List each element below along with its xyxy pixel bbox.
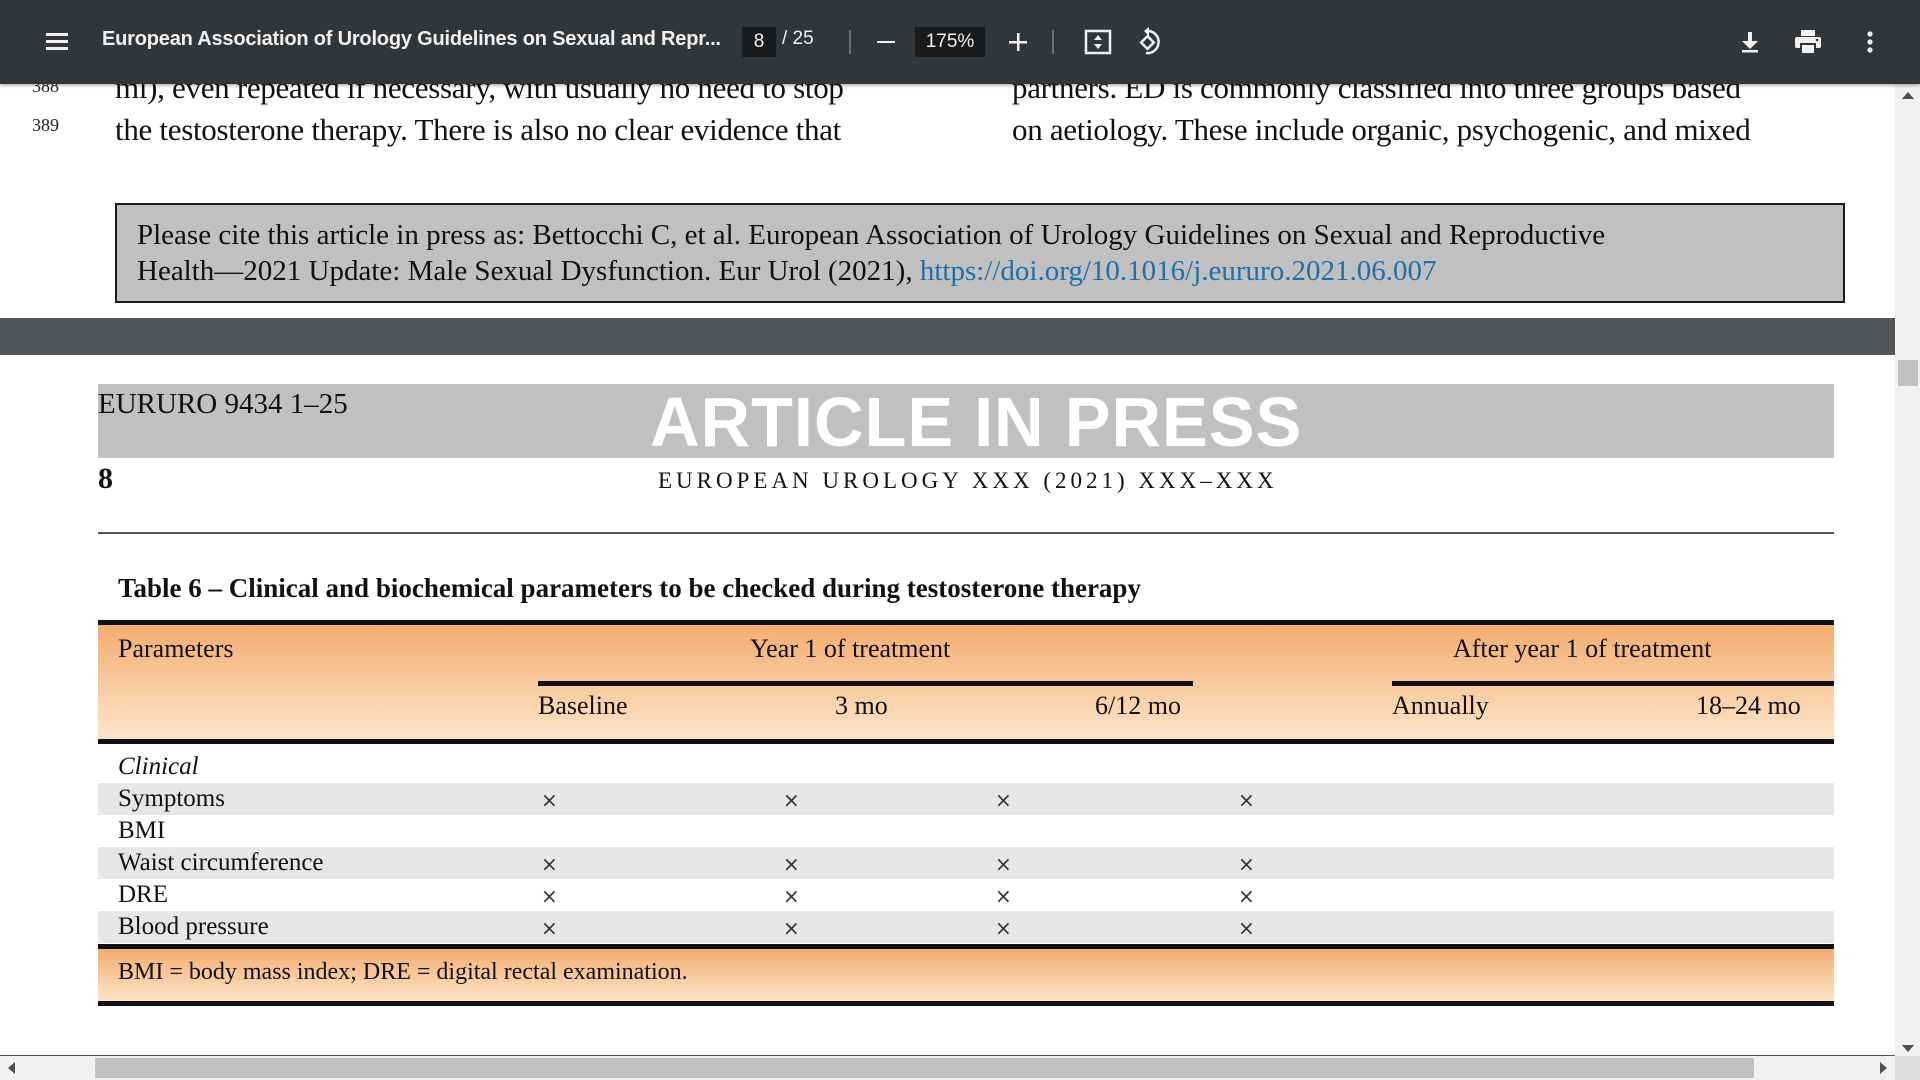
row-label: Blood pressure [118,913,269,940]
row-label: Waist circumference [118,849,324,876]
check-mark: × [995,916,1012,940]
check-mark: × [783,788,800,812]
body-text-line: on aetiology. These include organic, psy… [1012,112,1751,147]
journal-header: EUROPEAN UROLOGY XXX (2021) XXX–XXX [658,468,1278,493]
check-mark: × [995,788,1012,812]
citation-box: Please cite this article in press as: Be… [115,203,1845,303]
table-title: Table 6 – Clinical and biochemical param… [118,573,1141,603]
check-mark: × [1238,788,1255,812]
section-row: Clinical [98,751,1834,783]
check-mark: × [1238,916,1255,940]
footnote-text: BMI = body mass index; DRE = digital rec… [118,959,688,985]
header-parameters: Parameters [118,634,234,663]
check-mark: × [783,916,800,940]
group-rule-year1 [538,681,1193,686]
column-header-annually: Annually [1392,691,1489,720]
document-title: European Association of Urology Guidelin… [102,28,721,50]
print-button[interactable] [1788,22,1828,62]
citation-text: Health—2021 Update: Male Sexual Dysfunct… [137,255,920,287]
section-label: Clinical [118,753,199,780]
plus-icon [1009,33,1027,51]
more-vertical-icon [1867,31,1873,53]
column-header-baseline: Baseline [538,691,628,720]
group-rule-after-year1 [1392,681,1834,686]
header-rule [98,532,1834,534]
check-mark: × [1238,884,1255,908]
check-mark: × [783,884,800,908]
vertical-scrollbar[interactable] [1895,84,1920,1056]
horizontal-scrollbar[interactable] [0,1056,1895,1080]
column-header-6-12mo: 6/12 mo [1095,691,1181,720]
print-icon [1795,30,1821,55]
download-icon [1742,32,1758,53]
pdf-toolbar: European Association of Urology Guidelin… [0,0,1920,84]
minus-icon [877,40,895,44]
more-options-button[interactable] [1850,22,1890,62]
body-text-line: the testosterone therapy. There is also … [115,112,841,147]
header-group-after-year1: After year 1 of treatment [1453,634,1712,663]
article-in-press-banner: EURURO 9434 1–25 ARTICLE IN PRESS [98,383,1834,461]
check-mark: × [1238,852,1255,876]
check-mark: × [541,916,558,940]
check-mark: × [541,852,558,876]
scroll-left-arrow-icon[interactable] [8,1062,15,1074]
table-row: BMI [98,815,1834,847]
check-mark: × [783,852,800,876]
citation-text: Please cite this article in press as: Be… [137,219,1606,251]
header-group-year1: Year 1 of treatment [750,634,951,663]
check-mark: × [995,884,1012,908]
table-row: DRE × × × × [98,879,1834,911]
fit-to-page-button[interactable] [1080,24,1116,60]
table-row: Waist circumference × × × × [98,847,1834,879]
column-header-3mo: 3 mo [835,691,888,720]
scrollbar-corner [1895,1056,1920,1080]
row-label: Symptoms [118,785,225,812]
page-number: 8 [98,462,113,495]
horizontal-scroll-thumb[interactable] [95,1058,1754,1078]
row-label: DRE [118,881,168,908]
page-total: / 25 [782,28,814,49]
table-footnote: BMI = body mass index; DRE = digital rec… [98,949,1834,1001]
scroll-up-arrow-icon[interactable] [1902,92,1914,99]
table-row: Symptoms × × × × [98,783,1834,815]
rotate-counterclockwise-icon [1139,27,1160,55]
pdf-page-8: EURURO 9434 1–25 ARTICLE IN PRESS 8 EURO… [0,355,1895,1055]
download-button[interactable] [1730,22,1770,62]
scroll-down-arrow-icon[interactable] [1902,1045,1914,1052]
article-in-press-label: ARTICLE IN PRESS [650,383,1303,461]
table-bottom-rule [98,1001,1834,1006]
citation-line-2: Health—2021 Update: Male Sexual Dysfunct… [137,253,1823,289]
check-mark: × [541,788,558,812]
scroll-right-arrow-icon[interactable] [1880,1062,1887,1074]
doi-link[interactable]: https://doi.org/10.1016/j.eururo.2021.06… [920,255,1437,287]
page-number-input[interactable]: 8 [742,27,776,57]
vertical-scroll-thumb[interactable] [1898,360,1918,386]
article-id: EURURO 9434 1–25 [98,388,348,420]
rotate-button[interactable] [1132,22,1172,62]
line-number: 389 [32,115,59,135]
header-bottom-rule [98,739,1834,744]
toolbar-divider [849,30,851,54]
zoom-level-input[interactable]: 175% [915,27,985,57]
check-mark: × [541,884,558,908]
zoom-out-button[interactable] [868,22,904,62]
table-row: Blood pressure × × × × [98,911,1834,943]
fit-to-page-icon [1084,29,1112,55]
column-header-18-24mo: 18–24 mo [1696,691,1801,720]
hamburger-menu-icon[interactable] [36,22,76,62]
toolbar-divider [1052,30,1054,54]
zoom-in-button[interactable] [1000,22,1036,62]
table-header: Parameters Year 1 of treatment After yea… [98,625,1834,739]
row-label: BMI [118,817,166,844]
check-mark: × [995,852,1012,876]
